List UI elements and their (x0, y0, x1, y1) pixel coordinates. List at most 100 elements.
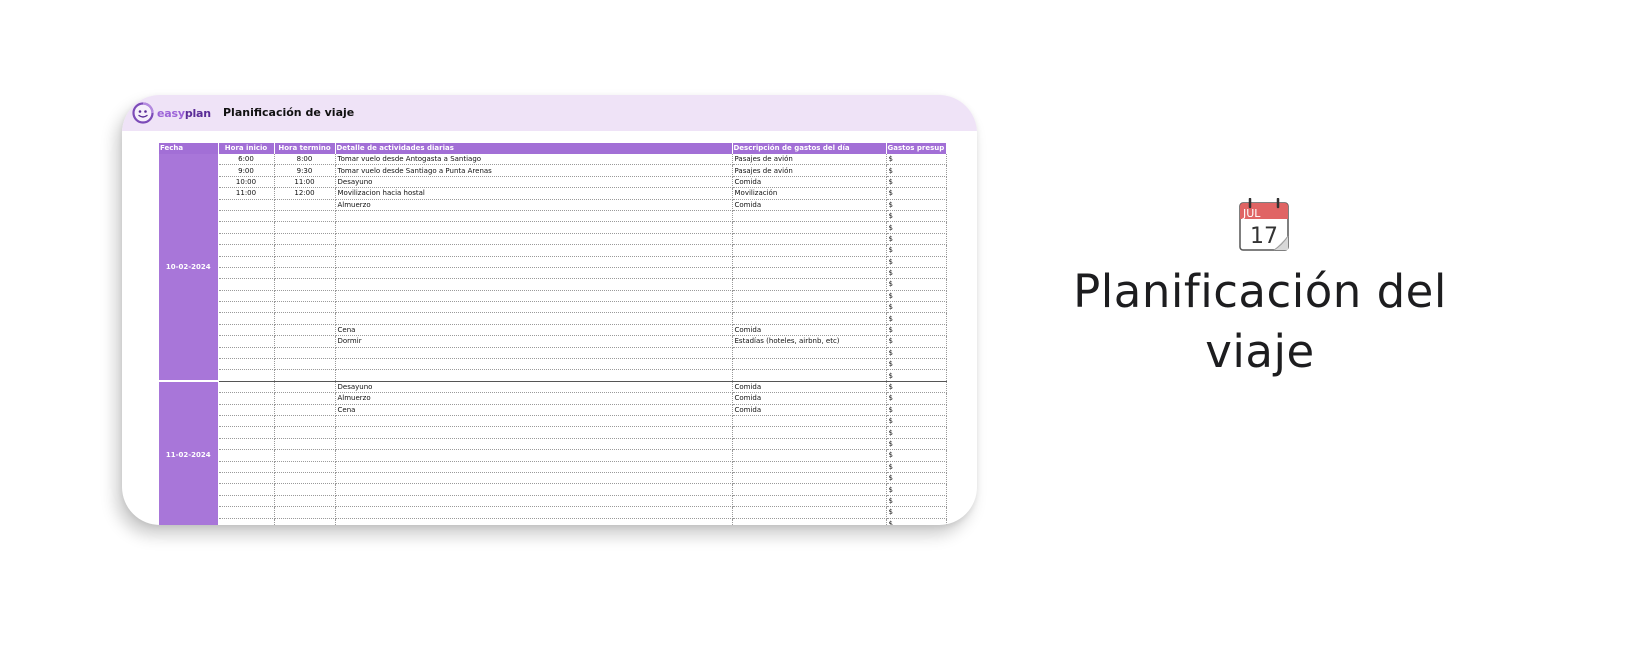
activity-cell[interactable] (335, 483, 733, 496)
activity-cell[interactable]: Dormir (335, 335, 733, 348)
end-time-cell[interactable]: 11:00 (274, 176, 336, 189)
expense-description-cell[interactable] (732, 483, 887, 496)
expense-description-cell[interactable] (732, 472, 887, 485)
budget-cell[interactable]: $ (886, 472, 947, 485)
start-time-cell[interactable] (218, 347, 275, 360)
column-header-descripcion-gastos[interactable]: Descripción de gastos del día (732, 143, 887, 154)
column-header-fecha[interactable]: Fecha (159, 143, 219, 154)
start-time-cell[interactable]: 11:00 (218, 187, 275, 200)
end-time-cell[interactable] (274, 233, 336, 246)
start-time-cell[interactable] (218, 415, 275, 428)
expense-description-cell[interactable]: Comida (732, 404, 887, 417)
end-time-cell[interactable] (274, 495, 336, 508)
budget-cell[interactable]: $ (886, 369, 947, 382)
start-time-cell[interactable] (218, 426, 275, 439)
activity-cell[interactable] (335, 449, 733, 462)
column-header-hora-inicio[interactable]: Hora inicio (218, 143, 275, 154)
activity-cell[interactable] (335, 472, 733, 485)
expense-description-cell[interactable]: Comida (732, 176, 887, 189)
activity-cell[interactable] (335, 426, 733, 439)
end-time-cell[interactable]: 12:00 (274, 187, 336, 200)
expense-description-cell[interactable] (732, 426, 887, 439)
start-time-cell[interactable] (218, 324, 275, 337)
activity-cell[interactable] (335, 244, 733, 257)
budget-cell[interactable]: $ (886, 187, 947, 200)
budget-cell[interactable]: $ (886, 426, 947, 439)
budget-cell[interactable]: $ (886, 244, 947, 257)
column-header-detalle[interactable]: Detalle de actividades diarias (335, 143, 733, 154)
date-cell[interactable]: 11-02-2024 (159, 381, 219, 525)
budget-cell[interactable]: $ (886, 301, 947, 314)
expense-description-cell[interactable] (732, 210, 887, 223)
expense-description-cell[interactable] (732, 461, 887, 473)
start-time-cell[interactable] (218, 483, 275, 496)
expense-description-cell[interactable]: Pasajes de avión (732, 164, 887, 177)
activity-cell[interactable]: Cena (335, 404, 733, 417)
start-time-cell[interactable] (218, 495, 275, 508)
end-time-cell[interactable] (274, 267, 336, 280)
start-time-cell[interactable] (218, 244, 275, 257)
expense-description-cell[interactable] (732, 290, 887, 303)
end-time-cell[interactable] (274, 324, 336, 337)
budget-cell[interactable]: $ (886, 278, 947, 291)
end-time-cell[interactable] (274, 358, 336, 371)
start-time-cell[interactable] (218, 404, 275, 417)
activity-cell[interactable]: Tomar vuelo desde Santiago a Punta Arena… (335, 164, 733, 177)
budget-cell[interactable]: $ (886, 438, 947, 451)
end-time-cell[interactable]: 9:30 (274, 164, 336, 177)
end-time-cell[interactable] (274, 335, 336, 348)
activity-cell[interactable]: Desayuno (335, 176, 733, 189)
start-time-cell[interactable]: 9:00 (218, 164, 275, 177)
end-time-cell[interactable] (274, 506, 336, 519)
expense-description-cell[interactable] (732, 438, 887, 451)
activity-cell[interactable] (335, 301, 733, 314)
budget-cell[interactable]: $ (886, 199, 947, 211)
expense-description-cell[interactable] (732, 244, 887, 257)
expense-description-cell[interactable]: Comida (732, 381, 887, 394)
expense-description-cell[interactable] (732, 518, 887, 525)
activity-cell[interactable] (335, 290, 733, 303)
end-time-cell[interactable] (274, 483, 336, 496)
budget-cell[interactable]: $ (886, 404, 947, 417)
start-time-cell[interactable] (218, 199, 275, 211)
start-time-cell[interactable] (218, 312, 275, 325)
budget-cell[interactable]: $ (886, 381, 947, 394)
start-time-cell[interactable] (218, 221, 275, 234)
start-time-cell[interactable] (218, 233, 275, 246)
activity-cell[interactable]: Almuerzo (335, 392, 733, 405)
end-time-cell[interactable] (274, 369, 336, 382)
activity-cell[interactable] (335, 233, 733, 246)
activity-cell[interactable]: Desayuno (335, 381, 733, 394)
budget-cell[interactable]: $ (886, 392, 947, 405)
start-time-cell[interactable] (218, 267, 275, 280)
end-time-cell[interactable] (274, 404, 336, 417)
activity-cell[interactable] (335, 438, 733, 451)
budget-cell[interactable]: $ (886, 267, 947, 280)
activity-cell[interactable]: Almuerzo (335, 199, 733, 211)
budget-cell[interactable]: $ (886, 210, 947, 223)
activity-cell[interactable] (335, 506, 733, 519)
activity-cell[interactable] (335, 495, 733, 508)
start-time-cell[interactable] (218, 358, 275, 371)
end-time-cell[interactable] (274, 461, 336, 473)
end-time-cell[interactable] (274, 290, 336, 303)
activity-cell[interactable] (335, 415, 733, 428)
start-time-cell[interactable] (218, 335, 275, 348)
start-time-cell[interactable] (218, 256, 275, 268)
expense-description-cell[interactable]: Movilización (732, 187, 887, 200)
start-time-cell[interactable] (218, 381, 275, 394)
start-time-cell[interactable] (218, 278, 275, 291)
budget-cell[interactable]: $ (886, 358, 947, 371)
start-time-cell[interactable] (218, 472, 275, 485)
activity-cell[interactable]: Movilizacion hacia hostal (335, 187, 733, 200)
budget-cell[interactable]: $ (886, 449, 947, 462)
end-time-cell[interactable] (274, 221, 336, 234)
start-time-cell[interactable] (218, 290, 275, 303)
start-time-cell[interactable] (218, 301, 275, 314)
budget-cell[interactable]: $ (886, 415, 947, 428)
expense-description-cell[interactable] (732, 358, 887, 371)
activity-cell[interactable] (335, 369, 733, 382)
expense-description-cell[interactable] (732, 415, 887, 428)
budget-cell[interactable]: $ (886, 233, 947, 246)
activity-cell[interactable] (335, 256, 733, 268)
